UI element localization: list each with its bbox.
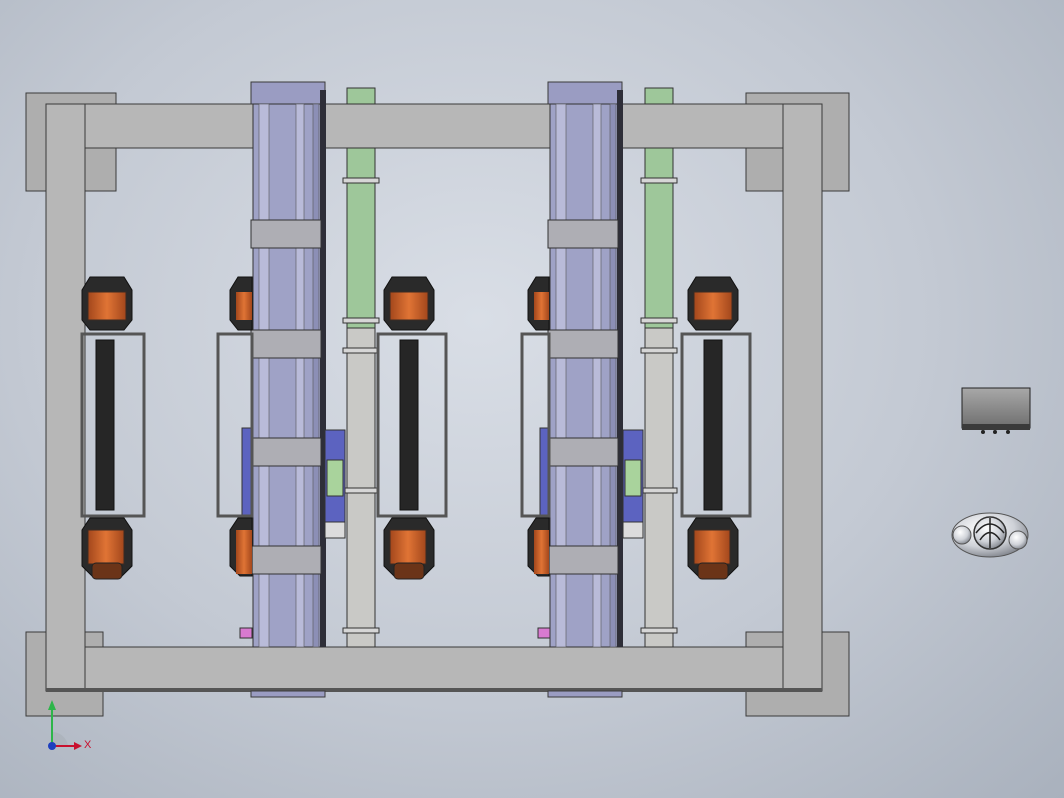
strip-clamp bbox=[342, 347, 380, 354]
slide-block-inner bbox=[326, 459, 344, 497]
connector-port bbox=[1006, 430, 1010, 434]
strip-clamp bbox=[342, 317, 380, 324]
green-strip bbox=[346, 147, 376, 329]
rail-carriage[interactable] bbox=[250, 437, 322, 467]
rail-endcap-bottom bbox=[547, 690, 623, 698]
actuator-unit-2[interactable] bbox=[376, 276, 448, 580]
rail-carriage[interactable] bbox=[250, 545, 322, 575]
connector-port bbox=[981, 430, 985, 434]
motor-coil-top bbox=[693, 291, 733, 321]
frame-left-bar bbox=[45, 103, 86, 692]
rail-endcap-top bbox=[547, 81, 623, 105]
green-strip bbox=[644, 87, 674, 105]
strip-module-1[interactable] bbox=[342, 87, 380, 648]
slide-block-cap bbox=[324, 521, 346, 539]
graphics-viewport[interactable]: X bbox=[0, 0, 1064, 798]
slide-block-cap bbox=[622, 521, 644, 539]
motor-coil-top bbox=[87, 291, 127, 321]
strip-clamp bbox=[640, 627, 678, 634]
frame-bottom-bar bbox=[45, 646, 823, 692]
strip-clamp bbox=[342, 627, 380, 634]
actuator-shaft bbox=[95, 339, 115, 511]
motor-coil-top bbox=[236, 292, 252, 320]
motor-base bbox=[697, 562, 729, 580]
motor-coil-bottom bbox=[87, 529, 125, 565]
frame-top-bar bbox=[45, 103, 823, 149]
strip-clamp bbox=[640, 317, 678, 324]
connector-port bbox=[993, 430, 997, 434]
pink-connector bbox=[239, 627, 253, 639]
pink-connector bbox=[537, 627, 551, 639]
triad-z-origin-icon bbox=[48, 742, 56, 750]
strip-clamp bbox=[342, 177, 380, 184]
actuator-unit-partial-1[interactable] bbox=[216, 276, 254, 577]
rail-endcap-top bbox=[250, 81, 326, 105]
strip-clamp bbox=[640, 487, 678, 494]
green-strip bbox=[644, 147, 674, 329]
slide-block-inner bbox=[624, 459, 642, 497]
motor-coil-bottom bbox=[389, 529, 427, 565]
spherical-joint-part[interactable] bbox=[951, 512, 1029, 558]
frame-inner-edge bbox=[84, 147, 784, 648]
rail-carriage[interactable] bbox=[250, 219, 322, 249]
strip-clamp bbox=[342, 487, 380, 494]
actuator-unit-3[interactable] bbox=[680, 276, 752, 580]
green-strip bbox=[346, 87, 376, 105]
control-box[interactable] bbox=[961, 387, 1031, 434]
actuator-unit-1[interactable] bbox=[80, 276, 146, 580]
motor-coil-top bbox=[389, 291, 429, 321]
rail-module-1[interactable] bbox=[250, 81, 326, 698]
joint-lobe bbox=[1008, 530, 1028, 550]
triad-x-label: X bbox=[84, 739, 92, 751]
cad-model-view[interactable]: X bbox=[0, 0, 1064, 798]
control-box-body bbox=[961, 387, 1031, 429]
rail-carriage[interactable] bbox=[547, 219, 619, 249]
triad-x-arrow-icon bbox=[74, 742, 82, 750]
frame-right-bar bbox=[782, 103, 823, 692]
strip-clamp bbox=[640, 347, 678, 354]
actuator-shaft bbox=[703, 339, 723, 511]
strip-module-2[interactable] bbox=[640, 87, 678, 648]
frame-bottom-shadow bbox=[46, 688, 822, 692]
outer-frame[interactable] bbox=[25, 92, 850, 717]
rail-carriage[interactable] bbox=[547, 437, 619, 467]
joint-lobe bbox=[952, 525, 972, 545]
motor-coil-top bbox=[534, 292, 549, 320]
control-box-lip bbox=[962, 424, 1030, 430]
actuator-unit-partial-2[interactable] bbox=[520, 276, 551, 577]
motor-base bbox=[393, 562, 425, 580]
rail-module-2[interactable] bbox=[547, 81, 623, 698]
rail-carriage[interactable] bbox=[250, 329, 322, 359]
actuator-shaft bbox=[399, 339, 419, 511]
strip-clamp bbox=[640, 177, 678, 184]
motor-base bbox=[91, 562, 123, 580]
motor-coil-bottom bbox=[236, 530, 252, 574]
rail-carriage[interactable] bbox=[547, 545, 619, 575]
motor-coil-bottom bbox=[693, 529, 731, 565]
motor-coil-bottom bbox=[534, 530, 549, 574]
rail-carriage[interactable] bbox=[547, 329, 619, 359]
rail-endcap-bottom bbox=[250, 690, 326, 698]
